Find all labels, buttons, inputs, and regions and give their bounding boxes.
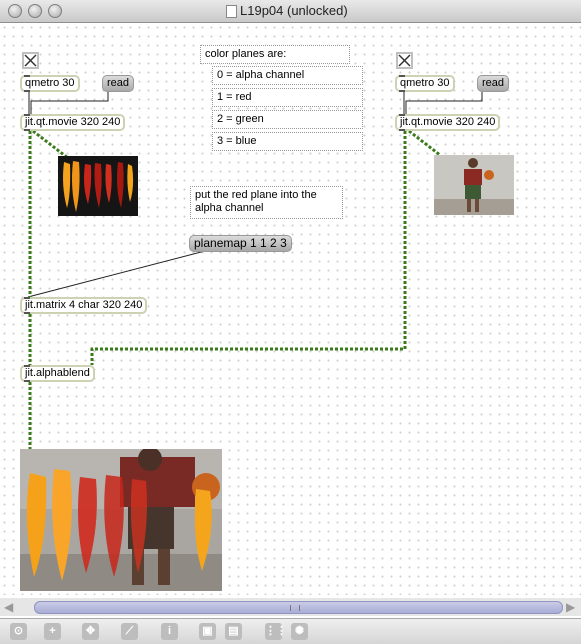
left-read-message[interactable]: read xyxy=(102,75,135,92)
inspector-icon[interactable]: i xyxy=(161,623,178,640)
zoom-window-button[interactable] xyxy=(48,4,62,18)
minimize-window-button[interactable] xyxy=(28,4,42,18)
align-icon[interactable]: ⋮⋮ xyxy=(265,623,287,640)
plane-2-comment[interactable]: 2 = green xyxy=(212,110,363,129)
window-title: L19p04 (unlocked) xyxy=(240,3,348,18)
patcher-toolbar: ⊙ + ✥ ⟋ i ▣ ▤ ⋮⋮ ✺ xyxy=(0,618,581,644)
jit-matrix-object[interactable]: jit.matrix 4 char 320 240 xyxy=(20,297,148,314)
scroll-right-icon[interactable]: ▶ xyxy=(566,600,575,614)
settings-icon[interactable]: ✺ xyxy=(291,623,308,640)
left-toggle[interactable] xyxy=(22,52,39,69)
right-qmetro-object[interactable]: qmetro 30 xyxy=(395,75,455,92)
right-toggle[interactable] xyxy=(396,52,413,69)
presentation-icon[interactable]: ⟋ xyxy=(121,623,138,640)
lock-icon[interactable]: ⊙ xyxy=(10,623,27,640)
planemap-comment[interactable]: put the red plane into the alpha channel xyxy=(190,186,343,219)
right-read-message[interactable]: read xyxy=(477,75,510,92)
planemap-message[interactable]: planemap 1 1 2 3 xyxy=(189,235,292,252)
alphablend-output-image xyxy=(20,449,222,591)
left-movie-object[interactable]: jit.qt.movie 320 240 xyxy=(20,114,126,131)
plane-0-comment[interactable]: 0 = alpha channel xyxy=(212,66,363,85)
move-icon[interactable]: ✥ xyxy=(82,623,99,640)
plane-1-comment[interactable]: 1 = red xyxy=(212,88,363,107)
document-icon xyxy=(226,5,237,18)
patcher-window: L19p04 (unlocked) qmetro 30 read jit.qt.… xyxy=(0,0,581,644)
title-bar: L19p04 (unlocked) xyxy=(0,0,581,23)
jit-alphablend-object[interactable]: jit.alphablend xyxy=(20,365,95,382)
grid-snap-icon[interactable]: ▤ xyxy=(225,623,242,640)
plane-3-comment[interactable]: 3 = blue xyxy=(212,132,363,151)
new-object-icon[interactable]: + xyxy=(44,623,61,640)
right-movie-object[interactable]: jit.qt.movie 320 240 xyxy=(395,114,501,131)
left-qmetro-object[interactable]: qmetro 30 xyxy=(20,75,80,92)
close-window-button[interactable] xyxy=(8,4,22,18)
scroll-left-icon[interactable]: ◀ xyxy=(4,600,13,614)
scrollbar-grip xyxy=(290,605,300,611)
player-preview-image xyxy=(434,155,514,215)
grid-icon[interactable]: ▣ xyxy=(199,623,216,640)
color-planes-comment[interactable]: color planes are: xyxy=(200,45,350,64)
pepper-preview-image xyxy=(58,156,138,216)
